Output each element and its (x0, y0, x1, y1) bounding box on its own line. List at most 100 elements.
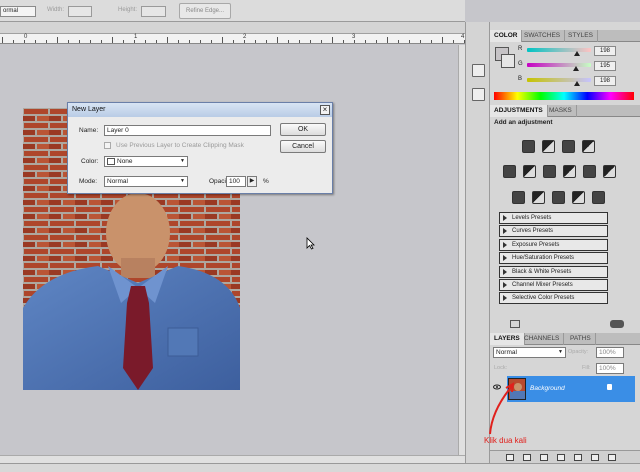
channel-slider[interactable] (527, 78, 591, 82)
preset-item[interactable]: Channel Mixer Presets (499, 279, 608, 291)
preset-item[interactable]: Exposure Presets (499, 238, 608, 251)
channel-slider[interactable] (527, 48, 591, 52)
ruler-tick (321, 40, 322, 43)
group-icon[interactable] (574, 454, 582, 461)
exposure-icon[interactable] (582, 140, 595, 153)
channel-slider[interactable] (527, 63, 591, 67)
hue-saturation-icon[interactable] (523, 165, 536, 178)
link-icon[interactable] (506, 454, 514, 461)
gradient-map-icon[interactable] (572, 191, 585, 204)
preset-label: Selective Color Presets (512, 295, 575, 302)
ruler-tick (453, 40, 454, 43)
ruler-tick (442, 37, 443, 43)
trash-icon[interactable] (608, 454, 616, 461)
slider-handle[interactable] (573, 81, 580, 86)
fill-input[interactable]: 100% (596, 363, 624, 374)
tab-styles[interactable]: STYLES (564, 30, 598, 42)
mask-icon[interactable] (540, 454, 548, 461)
refine-edge-button[interactable]: Refine Edge... (179, 3, 231, 19)
color-panel-tabs: COLOR SWATCHES STYLES (490, 30, 640, 42)
opacity-slider-toggle[interactable]: ▶ (247, 176, 257, 187)
tab-paths[interactable]: PATHS (566, 333, 596, 345)
curves-icon[interactable] (562, 140, 575, 153)
slider-handle[interactable] (572, 66, 579, 71)
ruler-tick (387, 37, 388, 43)
ruler-tick (354, 40, 355, 43)
clipping-mask-checkbox[interactable] (104, 142, 111, 149)
expand-arrow-icon (503, 241, 507, 248)
new-layer-icon[interactable] (591, 454, 599, 461)
color-spectrum[interactable] (494, 92, 634, 100)
style-select[interactable]: ormal (0, 6, 36, 17)
posterize-icon[interactable] (532, 191, 545, 204)
channel-label: R (518, 46, 523, 52)
opacity-input[interactable]: 100 (226, 176, 246, 187)
ruler-tick (222, 37, 223, 43)
color-label: Color: (81, 158, 99, 165)
black-white-icon[interactable] (563, 165, 576, 178)
color-select[interactable]: None ▼ (104, 156, 188, 167)
preset-item[interactable]: Curves Presets (499, 225, 608, 238)
width-input[interactable] (68, 6, 92, 17)
close-icon[interactable]: × (320, 105, 330, 115)
preset-item[interactable]: Selective Color Presets (499, 292, 608, 305)
chevron-down-icon: ▼ (558, 349, 563, 355)
color-balance-icon[interactable] (543, 165, 556, 178)
height-input[interactable] (141, 6, 166, 17)
vertical-scrollbar[interactable] (458, 45, 465, 455)
layers-panel-tabs: LAYERS CHANNELS PATHS (490, 333, 640, 345)
ruler-tick (178, 40, 179, 43)
annotation-arrow-icon (489, 382, 515, 435)
preset-label: Exposure Presets (512, 241, 560, 248)
channel-value-input[interactable]: 195 (594, 61, 616, 71)
ruler-tick (277, 37, 278, 43)
preset-label: Curves Presets (512, 228, 554, 235)
layer-row-highlight (507, 376, 635, 402)
channel-mixer-icon[interactable] (603, 165, 616, 178)
preset-item[interactable]: Hue/Saturation Presets (499, 252, 608, 265)
return-icon[interactable] (510, 320, 520, 328)
channel-value-input[interactable]: 198 (594, 46, 616, 56)
levels-icon[interactable] (542, 140, 555, 153)
horizontal-scrollbar[interactable] (0, 455, 465, 463)
clipping-mask-label: Use Previous Layer to Create Clipping Ma… (116, 142, 244, 149)
actions-icon[interactable] (472, 88, 485, 101)
cancel-button[interactable]: Cancel (280, 140, 326, 153)
ruler-tick (266, 40, 267, 43)
adjustment-layer-icon[interactable] (557, 454, 565, 461)
threshold-icon[interactable] (552, 191, 565, 204)
tab-color[interactable]: COLOR (490, 30, 523, 42)
tab-channels[interactable]: CHANNELS (520, 333, 565, 345)
tab-adjustments[interactable]: ADJUSTMENTS (490, 105, 548, 117)
ruler-tick (24, 40, 25, 43)
brightness-icon[interactable] (522, 140, 535, 153)
preset-item[interactable]: Levels Presets (499, 212, 608, 224)
selective-color-icon[interactable] (592, 191, 605, 204)
ruler-tick (233, 40, 234, 43)
layer-opacity-input[interactable]: 100% (596, 347, 624, 358)
channel-label: B (518, 76, 523, 82)
slider-handle[interactable] (573, 51, 580, 56)
status-bar (0, 463, 640, 472)
ruler-tick (123, 40, 124, 43)
mode-select[interactable]: Normal ▼ (104, 176, 188, 187)
ruler-tick (211, 40, 212, 43)
background-color-swatch[interactable] (501, 54, 515, 68)
opacity-unit: % (263, 178, 269, 185)
vibrance-icon[interactable] (503, 165, 516, 178)
mask-icon[interactable] (610, 320, 624, 328)
tab-masks[interactable]: MASKS (545, 105, 577, 117)
fx-icon[interactable] (523, 454, 531, 461)
invert-icon[interactable] (512, 191, 525, 204)
photo-filter-icon[interactable] (583, 165, 596, 178)
ok-button[interactable]: OK (280, 123, 326, 136)
channel-value-input[interactable]: 198 (594, 76, 616, 86)
blend-mode-select[interactable]: Normal ▼ (493, 347, 566, 358)
ruler-tick (2, 37, 3, 43)
preset-item[interactable]: Black & White Presets (499, 265, 608, 278)
ruler-tick (299, 40, 300, 43)
layer-name-input[interactable]: Layer 0 (104, 125, 271, 136)
chevron-down-icon: ▼ (180, 158, 185, 164)
tab-swatches[interactable]: SWATCHES (520, 30, 566, 42)
history-icon[interactable] (472, 64, 485, 77)
